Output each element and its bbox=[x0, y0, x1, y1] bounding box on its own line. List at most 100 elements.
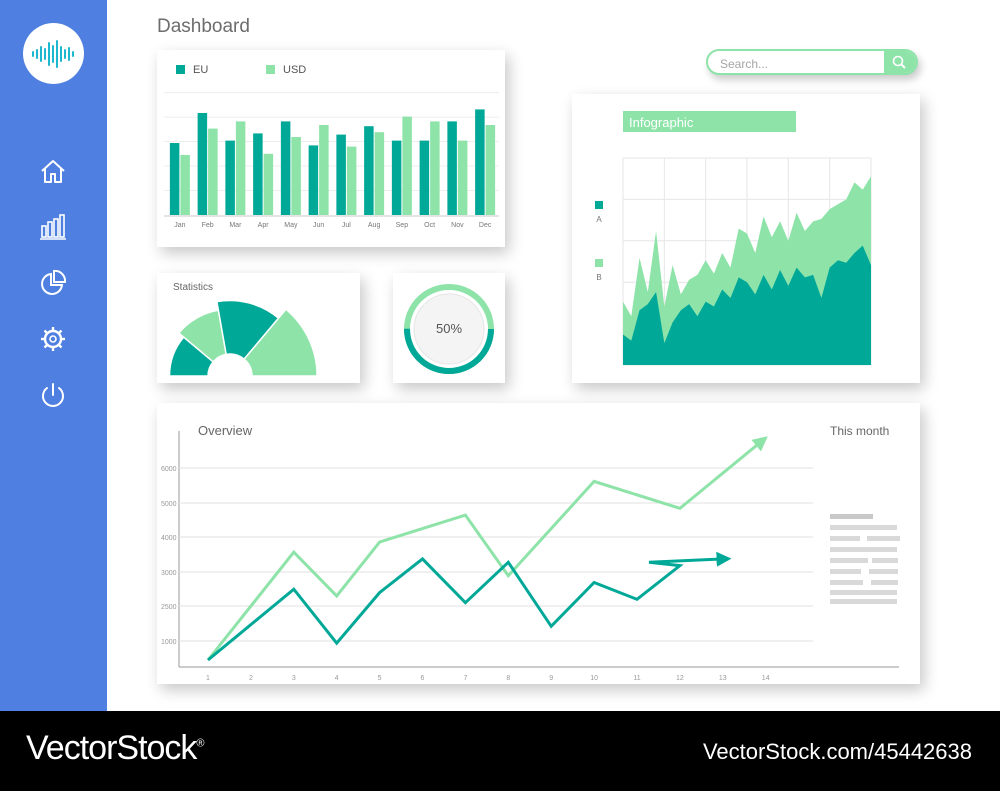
statistics-rose-chart bbox=[168, 299, 318, 383]
placeholder-text-line bbox=[830, 547, 897, 552]
overview-x-tick-label: 1 bbox=[206, 675, 210, 682]
bar-x-tick-label: Oct bbox=[424, 222, 435, 229]
placeholder-text-line bbox=[869, 569, 898, 574]
bar-eu bbox=[197, 113, 208, 215]
bar-x-tick-label: Nov bbox=[451, 222, 464, 229]
placeholder-text-line bbox=[872, 558, 898, 563]
search-box bbox=[706, 49, 918, 75]
bar-eu bbox=[169, 143, 180, 215]
bar-x-tick-label: Feb bbox=[202, 222, 214, 229]
overview-x-tick-label: 5 bbox=[378, 675, 382, 682]
gear-icon[interactable] bbox=[38, 324, 68, 354]
placeholder-text-line bbox=[830, 514, 873, 519]
bar-eu bbox=[308, 145, 319, 215]
overview-x-tick-label: 8 bbox=[506, 675, 510, 682]
bar-eu bbox=[364, 126, 374, 215]
bar-x-tick-label: Aug bbox=[368, 222, 381, 229]
image-id: VectorStock.com/45442638 bbox=[702, 739, 972, 764]
bar-eu bbox=[225, 140, 235, 215]
placeholder-text-line bbox=[830, 558, 868, 563]
overview-x-tick-label: 7 bbox=[463, 675, 467, 682]
this-month-label: This month bbox=[830, 424, 889, 438]
placeholder-text-line bbox=[830, 569, 861, 574]
bar-usd bbox=[263, 153, 274, 215]
logo[interactable] bbox=[23, 23, 84, 84]
bar-usd bbox=[402, 116, 412, 215]
power-icon[interactable] bbox=[38, 380, 68, 410]
placeholder-text-line bbox=[830, 536, 860, 541]
gauge-card: 50% bbox=[393, 273, 505, 383]
bar-eu bbox=[280, 121, 291, 215]
overview-x-tick-label: 3 bbox=[292, 675, 296, 682]
overview-x-tick-label: 9 bbox=[549, 675, 553, 682]
placeholder-text-line bbox=[830, 525, 897, 530]
bar-usd bbox=[374, 132, 385, 215]
legend-swatch-a bbox=[595, 201, 603, 209]
home-icon[interactable] bbox=[38, 156, 68, 186]
legend-label-b: B bbox=[596, 273, 601, 282]
pie-chart-icon[interactable] bbox=[38, 268, 68, 298]
infographic-title: Infographic bbox=[629, 115, 694, 130]
bar-chart-card: EU USD Jan Feb Mar Apr May Jun Jul Aug Sep Oct Nov… bbox=[157, 50, 505, 247]
legend-swatch-eu bbox=[176, 65, 185, 74]
bar-eu bbox=[419, 140, 430, 215]
bar-eu bbox=[253, 133, 263, 215]
bar-usd bbox=[319, 125, 329, 215]
overview-y-tick-label: 5000 bbox=[161, 501, 177, 508]
search-input[interactable] bbox=[718, 54, 882, 73]
legend-label-usd: USD bbox=[283, 64, 306, 76]
overview-x-tick-label: 11 bbox=[633, 675, 640, 682]
placeholder-text-line bbox=[830, 580, 863, 585]
legend-label-a: A bbox=[596, 215, 602, 224]
placeholder-text-line bbox=[867, 536, 900, 541]
overview-x-tick-label: 12 bbox=[676, 675, 684, 682]
bar-usd bbox=[291, 137, 301, 215]
bar-usd bbox=[235, 121, 246, 215]
overview-x-tick-label: 6 bbox=[421, 675, 425, 682]
bar-eu bbox=[391, 140, 402, 215]
soundwave-logo-icon bbox=[32, 40, 74, 68]
overview-y-tick-label: 2500 bbox=[161, 604, 177, 611]
overview-x-tick-label: 13 bbox=[719, 675, 727, 682]
bar-x-tick-label: May bbox=[284, 222, 298, 229]
overview-title: Overview bbox=[198, 423, 253, 438]
bar-eu bbox=[447, 121, 457, 215]
bar-usd bbox=[346, 146, 357, 215]
bar-x-tick-label: Dec bbox=[479, 222, 492, 229]
gauge: 50% bbox=[404, 284, 494, 374]
overview-y-tick-label: 4000 bbox=[161, 535, 177, 542]
placeholder-text-line bbox=[871, 580, 898, 585]
placeholder-text-line bbox=[830, 590, 897, 595]
bar-usd bbox=[208, 128, 218, 215]
bar-x-tick-label: Mar bbox=[229, 222, 242, 229]
search-button[interactable] bbox=[884, 51, 916, 73]
overview-line-chart: Overview This month 1000 2500 3000 4000 5000… bbox=[161, 423, 900, 682]
bar-chart-icon[interactable] bbox=[38, 212, 68, 242]
overview-series-line bbox=[206, 436, 768, 661]
overview-y-tick-label: 1000 bbox=[161, 639, 177, 646]
overview-x-tick-label: 4 bbox=[335, 675, 339, 682]
overview-series-line bbox=[207, 551, 732, 662]
infographic-card: Infographic A B bbox=[572, 94, 920, 383]
footer: VectorStock® VectorStock.com/45442638 bbox=[0, 711, 1000, 791]
placeholder-text-line bbox=[830, 599, 897, 604]
bar-x-tick-label: Sep bbox=[396, 222, 409, 229]
overview-x-tick-label: 10 bbox=[590, 675, 598, 682]
statistics-card: Statistics bbox=[157, 273, 360, 383]
legend-swatch-usd bbox=[266, 65, 275, 74]
bar-x-tick-label: Apr bbox=[258, 222, 270, 229]
infographic-area-chart: Infographic A B bbox=[595, 111, 872, 366]
overview-x-tick-label: 14 bbox=[762, 675, 770, 682]
bar-eu bbox=[475, 109, 485, 215]
overview-y-tick-label: 6000 bbox=[161, 466, 177, 473]
bar-chart: EU USD Jan Feb Mar Apr May Jun Jul Aug Sep Oct Nov… bbox=[164, 64, 499, 229]
gauge-label: 50% bbox=[436, 321, 462, 336]
brand-logo: VectorStock® bbox=[26, 729, 205, 767]
bar-usd bbox=[430, 121, 440, 215]
page-title: Dashboard bbox=[157, 16, 250, 37]
bar-x-tick-label: Jul bbox=[342, 222, 351, 229]
bar-x-tick-label: Jun bbox=[313, 222, 324, 229]
bar-eu bbox=[336, 134, 346, 215]
search-icon bbox=[892, 55, 906, 69]
overview-card: Overview This month 1000 2500 3000 4000 5000… bbox=[157, 403, 920, 684]
